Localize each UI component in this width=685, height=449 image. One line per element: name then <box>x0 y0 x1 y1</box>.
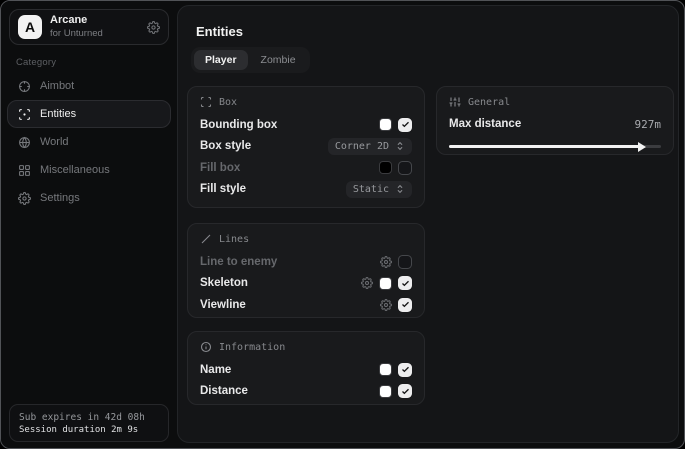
sidebar-item-entities[interactable]: Entities <box>7 100 171 128</box>
sidebar-item-miscellaneous[interactable]: Miscellaneous <box>7 156 171 184</box>
chevrons-up-down-icon <box>395 141 405 151</box>
main-content: Entities Player Zombie Box Bounding box <box>177 5 679 443</box>
sidebar-item-world[interactable]: World <box>7 128 171 156</box>
skeleton-row: Skeleton <box>200 273 412 295</box>
line-to-enemy-label: Line to enemy <box>200 256 277 268</box>
max-distance-label: Max distance <box>449 118 521 130</box>
slider-thumb[interactable] <box>638 142 646 152</box>
fill-box-row: Fill box <box>200 157 412 179</box>
sliders-icon <box>449 96 461 108</box>
line-to-enemy-settings-gear-icon[interactable] <box>380 256 392 268</box>
sidebar-item-label: World <box>40 136 69 148</box>
fill-style-row: Fill style Static <box>200 179 412 201</box>
max-distance-slider[interactable] <box>449 141 661 151</box>
crosshair-icon <box>18 80 31 93</box>
box-style-select[interactable]: Corner 2D <box>328 138 412 155</box>
name-checkbox[interactable] <box>398 363 412 377</box>
lines-panel-title: Lines <box>219 234 249 245</box>
sidebar-item-label: Miscellaneous <box>40 164 110 176</box>
fill-box-label: Fill box <box>200 162 240 174</box>
arcane-window: A Arcane for Unturned Category Aimbot <box>0 0 685 449</box>
bounding-box-label: Bounding box <box>200 119 277 131</box>
information-panel-title: Information <box>219 342 285 353</box>
distance-label: Distance <box>200 385 248 397</box>
fill-style-value: Static <box>353 184 389 195</box>
bounding-box-row: Bounding box <box>200 114 412 136</box>
name-row: Name <box>200 359 412 381</box>
sidebar-item-settings[interactable]: Settings <box>7 184 171 212</box>
subscription-status-card: Sub expires in 42d 08h Session duration … <box>9 404 169 442</box>
general-panel-title: General <box>468 97 510 108</box>
max-distance-value: 927m <box>635 118 662 131</box>
general-panel: General Max distance 927m <box>436 86 674 155</box>
distance-color-swatch[interactable] <box>379 385 392 398</box>
sidebar: A Arcane for Unturned Category Aimbot <box>1 1 177 448</box>
distance-checkbox[interactable] <box>398 384 412 398</box>
category-label: Category <box>16 57 56 68</box>
viewline-settings-gear-icon[interactable] <box>380 299 392 311</box>
max-distance-fill <box>449 145 640 148</box>
line-to-enemy-row: Line to enemy <box>200 251 412 273</box>
box-panel-title: Box <box>219 97 237 108</box>
box-style-label: Box style <box>200 140 251 152</box>
entity-tabs: Player Zombie <box>191 47 310 73</box>
sub-expiry-text: Sub expires in 42d 08h <box>19 412 159 423</box>
tab-zombie[interactable]: Zombie <box>250 50 307 70</box>
scan-icon <box>18 108 31 121</box>
header-gear-icon[interactable] <box>147 21 160 34</box>
grid-icon <box>18 164 31 177</box>
page-title: Entities <box>196 24 243 39</box>
skeleton-color-swatch[interactable] <box>379 277 392 290</box>
app-tagline: for Unturned <box>50 28 103 39</box>
app-logo: A <box>18 15 42 39</box>
app-header-text: Arcane for Unturned <box>50 14 103 39</box>
app-name: Arcane <box>50 14 103 28</box>
bounding-box-color-swatch[interactable] <box>379 118 392 131</box>
max-distance-row: Max distance 927m <box>449 114 661 134</box>
lines-panel: Lines Line to enemy Skeleton Viewline <box>187 223 425 318</box>
name-color-swatch[interactable] <box>379 363 392 376</box>
viewline-row: Viewline <box>200 294 412 316</box>
sidebar-item-label: Aimbot <box>40 80 74 92</box>
information-panel: Information Name Distance <box>187 331 425 405</box>
app-header-card: A Arcane for Unturned <box>9 9 169 45</box>
information-panel-header: Information <box>200 341 412 353</box>
globe-icon <box>18 136 31 149</box>
bounding-box-checkbox[interactable] <box>398 118 412 132</box>
fill-style-select[interactable]: Static <box>346 181 412 198</box>
box-panel: Box Bounding box Box style Corner 2D Fil… <box>187 86 425 208</box>
fill-style-label: Fill style <box>200 183 246 195</box>
skeleton-checkbox[interactable] <box>398 276 412 290</box>
info-icon <box>200 341 212 353</box>
box-style-row: Box style Corner 2D <box>200 136 412 158</box>
chevrons-up-down-icon <box>395 184 405 194</box>
box-panel-header: Box <box>200 96 412 108</box>
skeleton-label: Skeleton <box>200 277 248 289</box>
general-panel-header: General <box>449 96 661 108</box>
lines-panel-header: Lines <box>200 233 412 245</box>
sidebar-item-label: Entities <box>40 108 76 120</box>
distance-row: Distance <box>200 381 412 403</box>
tab-player[interactable]: Player <box>194 50 248 70</box>
diagonal-line-icon <box>200 233 212 245</box>
name-label: Name <box>200 364 231 376</box>
gear-icon <box>18 192 31 205</box>
fill-box-checkbox[interactable] <box>398 161 412 175</box>
sidebar-item-label: Settings <box>40 192 80 204</box>
fill-box-color-swatch[interactable] <box>379 161 392 174</box>
session-duration-text: Session duration 2m 9s <box>19 425 159 435</box>
viewline-label: Viewline <box>200 299 246 311</box>
viewline-checkbox[interactable] <box>398 298 412 312</box>
scan-corners-icon <box>200 96 212 108</box>
sidebar-item-aimbot[interactable]: Aimbot <box>7 72 171 100</box>
sidebar-nav: Aimbot Entities World Miscellaneous <box>7 72 171 212</box>
line-to-enemy-checkbox[interactable] <box>398 255 412 269</box>
skeleton-settings-gear-icon[interactable] <box>361 277 373 289</box>
box-style-value: Corner 2D <box>335 141 389 152</box>
